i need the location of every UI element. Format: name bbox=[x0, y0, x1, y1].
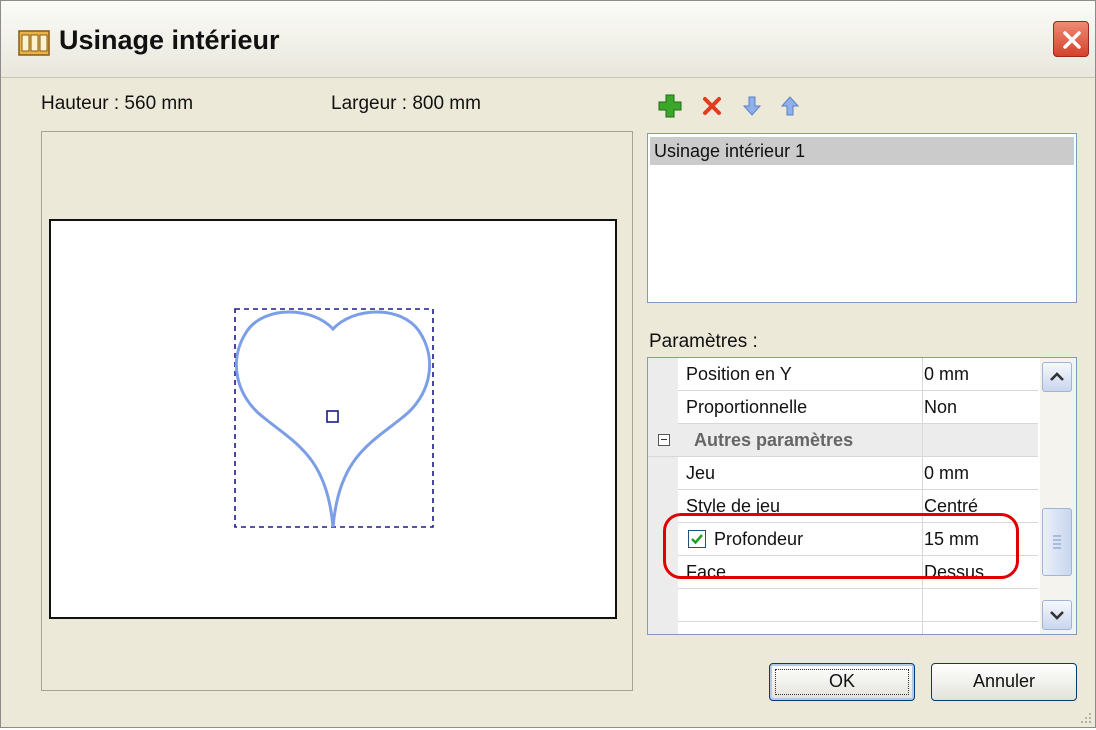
move-up-icon[interactable] bbox=[777, 93, 803, 119]
params-label: Paramètres : bbox=[649, 331, 758, 352]
row-value[interactable]: 0 mm bbox=[924, 463, 969, 484]
property-grid[interactable]: Position en Y 0 mm Proportionnelle Non A… bbox=[647, 357, 1077, 635]
category-label: Autres paramètres bbox=[694, 430, 854, 450]
collapse-icon[interactable] bbox=[658, 434, 670, 446]
window-title: Usinage intérieur bbox=[59, 25, 280, 55]
row-empty bbox=[678, 589, 1038, 622]
close-button[interactable] bbox=[1053, 21, 1089, 57]
chevron-down-icon bbox=[1050, 611, 1064, 620]
ok-button[interactable]: OK bbox=[769, 663, 915, 701]
scroll-down-button[interactable] bbox=[1042, 600, 1072, 630]
preview-panel bbox=[41, 131, 633, 691]
row-name: Jeu bbox=[686, 463, 716, 483]
height-label: Hauteur : 560 mm bbox=[41, 93, 194, 114]
machining-list[interactable]: Usinage intérieur 1 bbox=[647, 133, 1077, 303]
resize-grip-icon[interactable] bbox=[1077, 709, 1093, 725]
vertical-scrollbar[interactable] bbox=[1040, 358, 1076, 634]
category-other-params[interactable]: Autres paramètres bbox=[648, 424, 1038, 457]
close-icon bbox=[1063, 31, 1081, 49]
chevron-up-icon bbox=[1050, 372, 1064, 381]
column-divider bbox=[922, 358, 923, 634]
row-position-y[interactable]: Position en Y 0 mm bbox=[678, 358, 1038, 391]
row-name: Proportionnelle bbox=[686, 397, 808, 417]
title-bar[interactable]: Usinage intérieur bbox=[1, 1, 1095, 78]
row-value[interactable]: Non bbox=[924, 397, 957, 418]
grid-margin bbox=[648, 358, 678, 634]
scroll-up-button[interactable] bbox=[1042, 362, 1072, 392]
width-label: Largeur : 800 mm bbox=[331, 93, 481, 114]
row-clearance[interactable]: Jeu 0 mm bbox=[678, 457, 1038, 490]
delete-icon[interactable] bbox=[699, 93, 725, 119]
row-value[interactable]: 0 mm bbox=[924, 364, 969, 385]
highlight-annotation bbox=[663, 513, 1019, 579]
row-proportional[interactable]: Proportionnelle Non bbox=[678, 391, 1038, 424]
focus-rectangle bbox=[775, 669, 909, 695]
add-icon[interactable] bbox=[657, 93, 683, 119]
shape-center-handle[interactable] bbox=[326, 410, 339, 423]
row-name: Position en Y bbox=[686, 364, 792, 384]
cancel-button[interactable]: Annuler bbox=[931, 663, 1077, 701]
app-icon bbox=[17, 27, 51, 57]
board-canvas[interactable] bbox=[49, 219, 617, 619]
dialog-window: Usinage intérieur Hauteur : 560 mm Large… bbox=[0, 0, 1096, 728]
scroll-thumb[interactable] bbox=[1042, 508, 1072, 576]
move-down-icon[interactable] bbox=[739, 93, 765, 119]
list-item[interactable]: Usinage intérieur 1 bbox=[650, 137, 1074, 165]
cancel-label: Annuler bbox=[972, 671, 1036, 691]
